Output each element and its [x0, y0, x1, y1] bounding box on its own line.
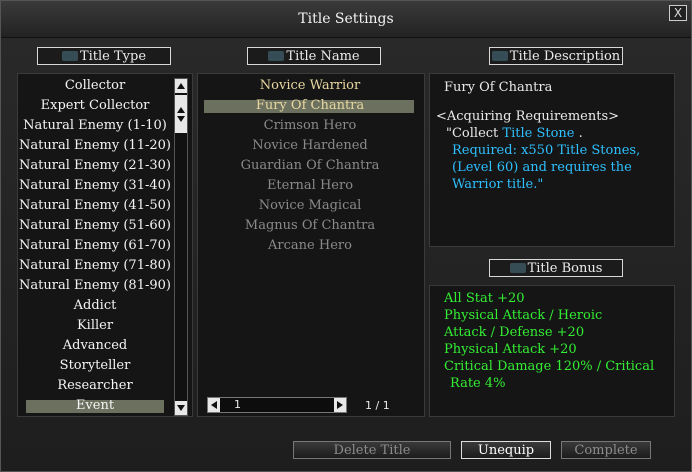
- title-name-item[interactable]: Magnus Of Chantra: [198, 216, 422, 236]
- warrior-line: Warrior title.": [452, 177, 544, 192]
- requirements-heading: <Acquiring Requirements>: [436, 109, 620, 124]
- title-type-list: Collector Expert Collector Natural Enemy (…: [17, 73, 193, 417]
- page-selector[interactable]: 1: [207, 397, 347, 413]
- required-line: Required: x550 Title Stones,: [452, 143, 641, 158]
- collect-line: "Collect Title Stone .: [436, 125, 654, 142]
- title-type-item[interactable]: Expert Collector: [18, 96, 172, 116]
- title-description-header-label: Title Description: [509, 48, 621, 64]
- title-name-header-label: Title Name: [286, 48, 360, 64]
- bonus-line: All Stat +20: [444, 291, 525, 306]
- scroll-down-icon[interactable]: [175, 401, 187, 415]
- page-next-icon[interactable]: [334, 398, 346, 412]
- title-settings-window: Title Settings X Title Type Title Name T…: [0, 0, 692, 472]
- title-name-item[interactable]: Novice Magical: [198, 196, 422, 216]
- title-name-item[interactable]: Novice Hardened: [198, 136, 422, 156]
- collect-prefix: "Collect: [446, 126, 499, 141]
- title-name-header: Title Name: [247, 47, 381, 65]
- page-count: 1 / 1: [365, 399, 390, 412]
- bonus-line: Critical Damage 120% / Critical: [444, 359, 655, 374]
- title-bar[interactable]: Title Settings X: [1, 1, 691, 38]
- title-name-item[interactable]: Fury Of Chantra: [198, 96, 422, 116]
- description-body: <Acquiring Requirements> "Collect Title …: [436, 108, 654, 193]
- title-name-item[interactable]: Arcane Hero: [198, 236, 422, 256]
- bonus-line: Attack / Defense +20: [444, 325, 585, 340]
- title-type-item[interactable]: Natural Enemy (41-50): [18, 196, 172, 216]
- bonus-list: All Stat +20 Physical Attack / Heroic Atta…: [444, 290, 664, 392]
- level-line: (Level 60) and requires the: [452, 160, 632, 175]
- title-type-item[interactable]: Natural Enemy (21-30): [18, 156, 172, 176]
- title-name-item[interactable]: Eternal Hero: [198, 176, 422, 196]
- collect-suffix: .: [578, 126, 583, 141]
- unequip-button[interactable]: Unequip: [461, 441, 551, 459]
- title-type-item[interactable]: Natural Enemy (61-70): [18, 236, 172, 256]
- title-type-item[interactable]: Natural Enemy (81-90): [18, 276, 172, 296]
- bonus-line: Physical Attack +20: [444, 342, 577, 357]
- title-type-item[interactable]: Natural Enemy (1-10): [18, 116, 172, 136]
- header-icon: [61, 51, 78, 61]
- header-icon: [509, 263, 526, 273]
- delete-title-button[interactable]: Delete Title: [293, 441, 451, 459]
- bonus-line: Rate 4%: [450, 376, 506, 391]
- close-button[interactable]: X: [669, 5, 687, 21]
- header-icon: [491, 51, 508, 61]
- title-type-item[interactable]: Addict: [18, 296, 172, 316]
- title-type-item[interactable]: Killer: [18, 316, 172, 336]
- title-name-item[interactable]: Novice Warrior: [198, 76, 422, 96]
- title-type-item[interactable]: Researcher: [18, 376, 172, 396]
- title-type-item[interactable]: Collector: [18, 76, 172, 96]
- title-type-item[interactable]: Event: [18, 396, 172, 416]
- title-type-item[interactable]: Natural Enemy (71-80): [18, 256, 172, 276]
- title-type-item[interactable]: Advanced: [18, 336, 172, 356]
- window-title: Title Settings: [298, 11, 394, 27]
- page-value: 1: [234, 398, 241, 411]
- title-type-item[interactable]: Storyteller: [18, 356, 172, 376]
- bonus-panel: All Stat +20 Physical Attack / Heroic Atta…: [429, 285, 675, 417]
- type-scrollbar[interactable]: [174, 78, 188, 416]
- title-bonus-header-label: Title Bonus: [527, 260, 603, 276]
- title-type-item[interactable]: Natural Enemy (31-40): [18, 176, 172, 196]
- bonus-line: Physical Attack / Heroic: [444, 308, 603, 323]
- scroll-thumb[interactable]: [175, 95, 187, 133]
- scroll-up-icon[interactable]: [175, 79, 187, 93]
- description-panel: Fury Of Chantra <Acquiring Requirements>…: [429, 73, 675, 247]
- title-name-item[interactable]: Crimson Hero: [198, 116, 422, 136]
- title-type-item[interactable]: Natural Enemy (51-60): [18, 216, 172, 236]
- complete-button[interactable]: Complete: [561, 441, 651, 459]
- title-description-header: Title Description: [489, 47, 623, 65]
- header-icon: [268, 51, 285, 61]
- title-name-item[interactable]: Guardian Of Chantra: [198, 156, 422, 176]
- collect-item: Title Stone: [502, 126, 575, 141]
- title-type-header: Title Type: [37, 47, 171, 65]
- description-title: Fury Of Chantra: [444, 80, 553, 95]
- title-type-item[interactable]: Natural Enemy (11-20): [18, 136, 172, 156]
- title-type-header-label: Title Type: [79, 48, 147, 64]
- page-prev-icon[interactable]: [208, 398, 220, 412]
- title-bonus-header: Title Bonus: [489, 259, 623, 277]
- title-name-list: Novice Warrior Fury Of Chantra Crimson Her…: [197, 73, 425, 417]
